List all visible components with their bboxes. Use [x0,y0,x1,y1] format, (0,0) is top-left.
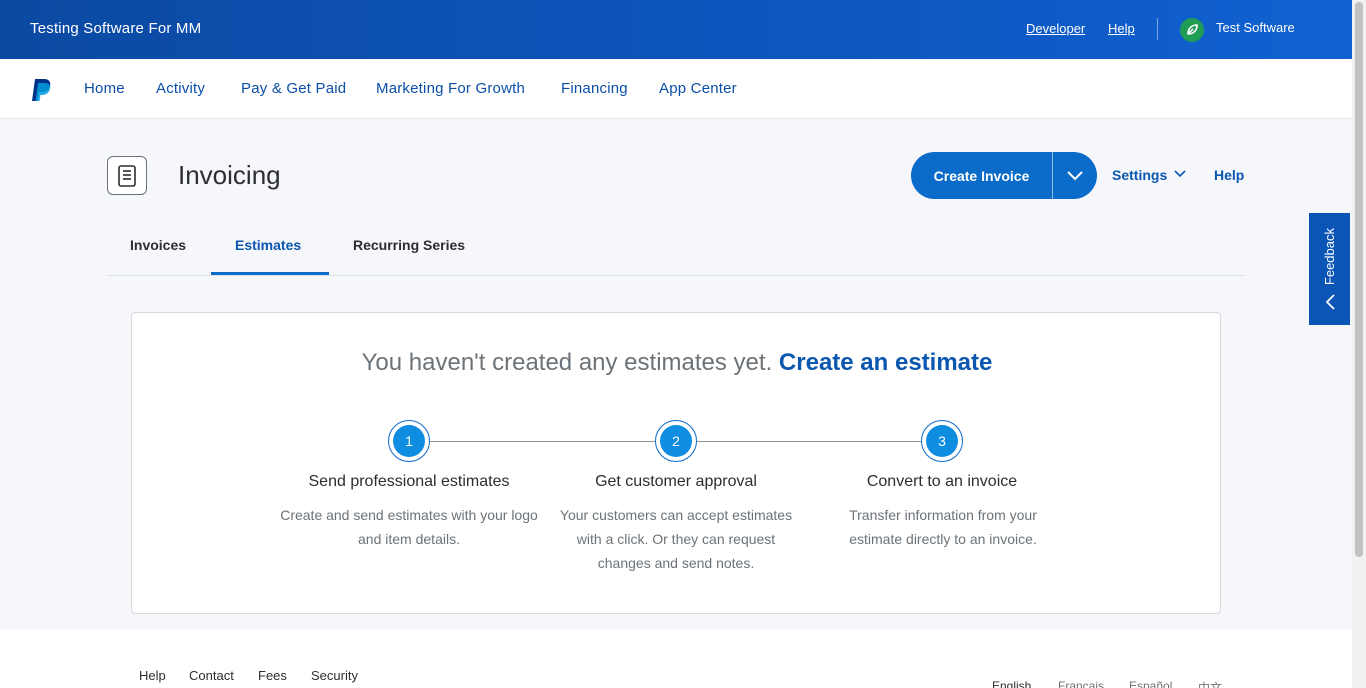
tab-bar: Invoices Estimates Recurring Series [107,226,1245,276]
footer: Help Contact Fees Security English Franç… [0,630,1352,688]
avatar[interactable] [1180,18,1204,42]
feedback-tab[interactable]: Feedback [1309,213,1350,325]
nav-home[interactable]: Home [84,80,125,97]
step-title: Convert to an invoice [866,473,1018,490]
empty-state-card: You haven't created any estimates yet. C… [131,312,1221,614]
step-connector [697,441,923,442]
step-description: Your customers can accept estimates with… [559,507,793,571]
step-description: Create and send estimates with your logo… [280,507,538,547]
developer-link[interactable]: Developer [1026,21,1085,36]
scrollbar[interactable] [1352,0,1366,688]
create-invoice-dropdown-button[interactable] [1053,152,1097,199]
invoice-icon [107,156,147,195]
step-3-badge: 3 [921,420,963,462]
step-number: 2 [660,425,692,457]
paypal-logo-icon[interactable] [31,78,53,102]
step-title: Get customer approval [595,473,757,490]
chevron-down-icon [1067,170,1083,180]
language-english[interactable]: English [992,679,1031,688]
settings-menu[interactable]: Settings [1112,167,1167,183]
top-bar: Testing Software For MM Developer Help T… [0,0,1352,59]
footer-security-link[interactable]: Security [311,668,358,683]
step-number: 3 [926,425,958,457]
scrollbar-thumb[interactable] [1355,2,1363,557]
feedback-label: Feedback [1322,228,1337,286]
tab-recurring-series[interactable]: Recurring Series [353,237,465,253]
tab-estimates[interactable]: Estimates [235,237,301,253]
nav-app-center[interactable]: App Center [659,80,737,97]
top-help-link[interactable]: Help [1108,21,1135,36]
create-invoice-button[interactable]: Create Invoice [911,152,1053,199]
divider [1157,18,1158,40]
nav-activity[interactable]: Activity [156,80,205,97]
tab-invoices[interactable]: Invoices [130,237,186,253]
step-2-badge: 2 [655,420,697,462]
footer-fees-link[interactable]: Fees [258,668,287,683]
language-chinese[interactable]: 中文 [1198,679,1222,688]
nav-financing[interactable]: Financing [561,80,628,97]
main-nav: Home Activity Pay & Get Paid Marketing F… [0,59,1352,119]
footer-help-link[interactable]: Help [139,668,166,683]
leaf-icon [1187,24,1198,35]
nav-pay-get-paid[interactable]: Pay & Get Paid [241,80,346,97]
business-name: Testing Software For MM [30,20,202,37]
step-1-badge: 1 [388,420,430,462]
step-description: Transfer information from your estimate … [849,507,1037,547]
create-invoice-button-group: Create Invoice [911,152,1097,199]
user-name[interactable]: Test Software [1216,20,1295,35]
empty-state-text: You haven't created any estimates yet. [361,349,773,376]
footer-contact-link[interactable]: Contact [189,668,234,683]
active-tab-indicator [211,272,329,275]
step-title: Send professional estimates [308,473,510,490]
language-espanol[interactable]: Español [1129,679,1172,688]
header-help-link[interactable]: Help [1214,167,1244,183]
page-title: Invoicing [178,160,281,190]
create-estimate-link[interactable]: Create an estimate [779,349,992,376]
step-connector [430,441,656,442]
language-francais[interactable]: Français [1058,679,1104,688]
step-number: 1 [393,425,425,457]
chevron-left-icon [1325,293,1335,310]
chevron-down-icon [1174,170,1186,178]
empty-state-headline: You haven't created any estimates yet. C… [132,349,1222,377]
nav-marketing-for-growth[interactable]: Marketing For Growth [376,80,525,97]
